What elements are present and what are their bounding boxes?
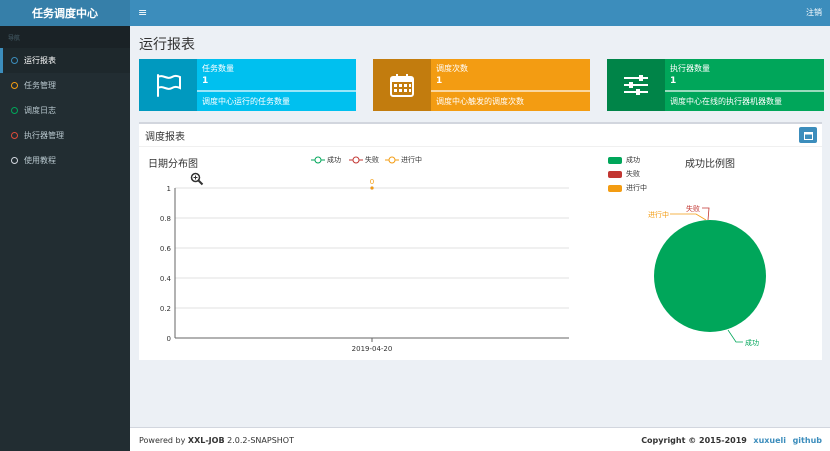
circle-icon [11,132,18,139]
progress-bar [665,90,824,92]
info-box-title: 执行器数量 [670,64,710,73]
line-chart: 0 0.2 0.4 0.6 0.8 1 2019-04-20 0 [160,178,569,353]
github-link[interactable]: github [793,436,822,445]
info-box-number: 1 [202,76,209,86]
sidebar-item[interactable]: 任务管理 [0,73,130,98]
info-box-trigger-count: 调度次数 1 调度中心触发的调度次数 [373,59,590,111]
y-tick-label: 0.4 [160,275,172,283]
info-box-executor-count: 执行器数量 1 调度中心在线的执行器机器数量 [607,59,824,111]
footer: Powered by XXL-JOB 2.0.2-SNAPSHOT Copyri… [130,427,830,451]
sliders-icon [607,59,665,111]
product-version: 2.0.2-SNAPSHOT [224,436,294,445]
info-box-title: 调度次数 [436,64,468,73]
info-box-number: 1 [436,76,443,86]
y-tick-label: 0.2 [160,305,171,313]
report-box: 调度报表 日期分布图 成功比例图 成功 失败 进行中 成功 失败 进行中 0 0.2 0.4… [139,122,822,360]
sidebar-item-label: 运行报表 [24,56,56,65]
menu-toggle-icon[interactable]: ≡ [138,6,147,20]
circle-icon [11,157,18,164]
sidebar-item[interactable]: 执行器管理 [0,123,130,148]
circle-icon [11,107,18,114]
footer-powered: Powered by XXL-JOB 2.0.2-SNAPSHOT [139,436,294,445]
app-logo[interactable]: 任务调度中心 [0,0,130,26]
top-navbar: ≡ 注销 [130,0,830,26]
y-tick-label: 0 [167,335,171,343]
flag-icon [139,59,197,111]
slice-label: 进行中 [648,210,669,219]
data-point[interactable] [370,186,374,190]
info-box-desc: 调度中心运行的任务数量 [202,97,290,106]
leader-line [727,329,743,343]
info-box-task-count: 任务数量 1 调度中心运行的任务数量 [139,59,356,111]
leader-line [670,213,707,221]
y-tick-label: 0.8 [160,215,171,223]
y-tick-label: 1 [167,185,171,193]
powered-prefix: Powered by [139,436,188,445]
circle-icon [11,82,18,89]
info-box-number: 1 [670,76,677,86]
logout-link[interactable]: 注销 [806,7,822,18]
sidebar-item-label: 使用教程 [24,156,56,165]
sidebar-item[interactable]: 使用教程 [0,148,130,173]
circle-icon [11,57,18,64]
info-box-desc: 调度中心在线的执行器机器数量 [670,97,782,106]
sidebar-header: 导航 [0,26,130,48]
progress-bar [197,90,356,92]
copyright-text: Copyright © 2015-2019 [641,436,747,445]
sidebar-item-label: 调度日志 [24,106,56,115]
footer-copyright: Copyright © 2015-2019 xuxueli github [641,436,822,445]
slice-label: 失败 [686,204,700,213]
sidebar-item[interactable]: 运行报表 [0,48,130,73]
info-box-title: 任务数量 [202,64,234,73]
product-name: XXL-JOB [187,436,225,445]
sidebar-item-label: 执行器管理 [24,131,64,140]
pie-slice[interactable] [654,220,766,332]
sidebar-item-label: 任务管理 [24,81,56,90]
sidebar-item[interactable]: 调度日志 [0,98,130,123]
progress-bar [431,90,590,92]
x-tick-label: 2019-04-20 [352,345,393,353]
data-label: 0 [370,178,374,186]
calendar-icon [373,59,431,111]
pie-chart: 成功 失败进行中 [648,204,766,347]
y-tick-label: 0.6 [160,245,172,253]
info-box-desc: 调度中心触发的调度次数 [436,97,524,106]
sidebar: 导航 运行报表任务管理调度日志执行器管理使用教程 [0,26,130,451]
slice-label: 成功 [745,338,759,347]
page-title: 运行报表 [139,37,195,53]
author-link[interactable]: xuxueli [753,436,786,445]
